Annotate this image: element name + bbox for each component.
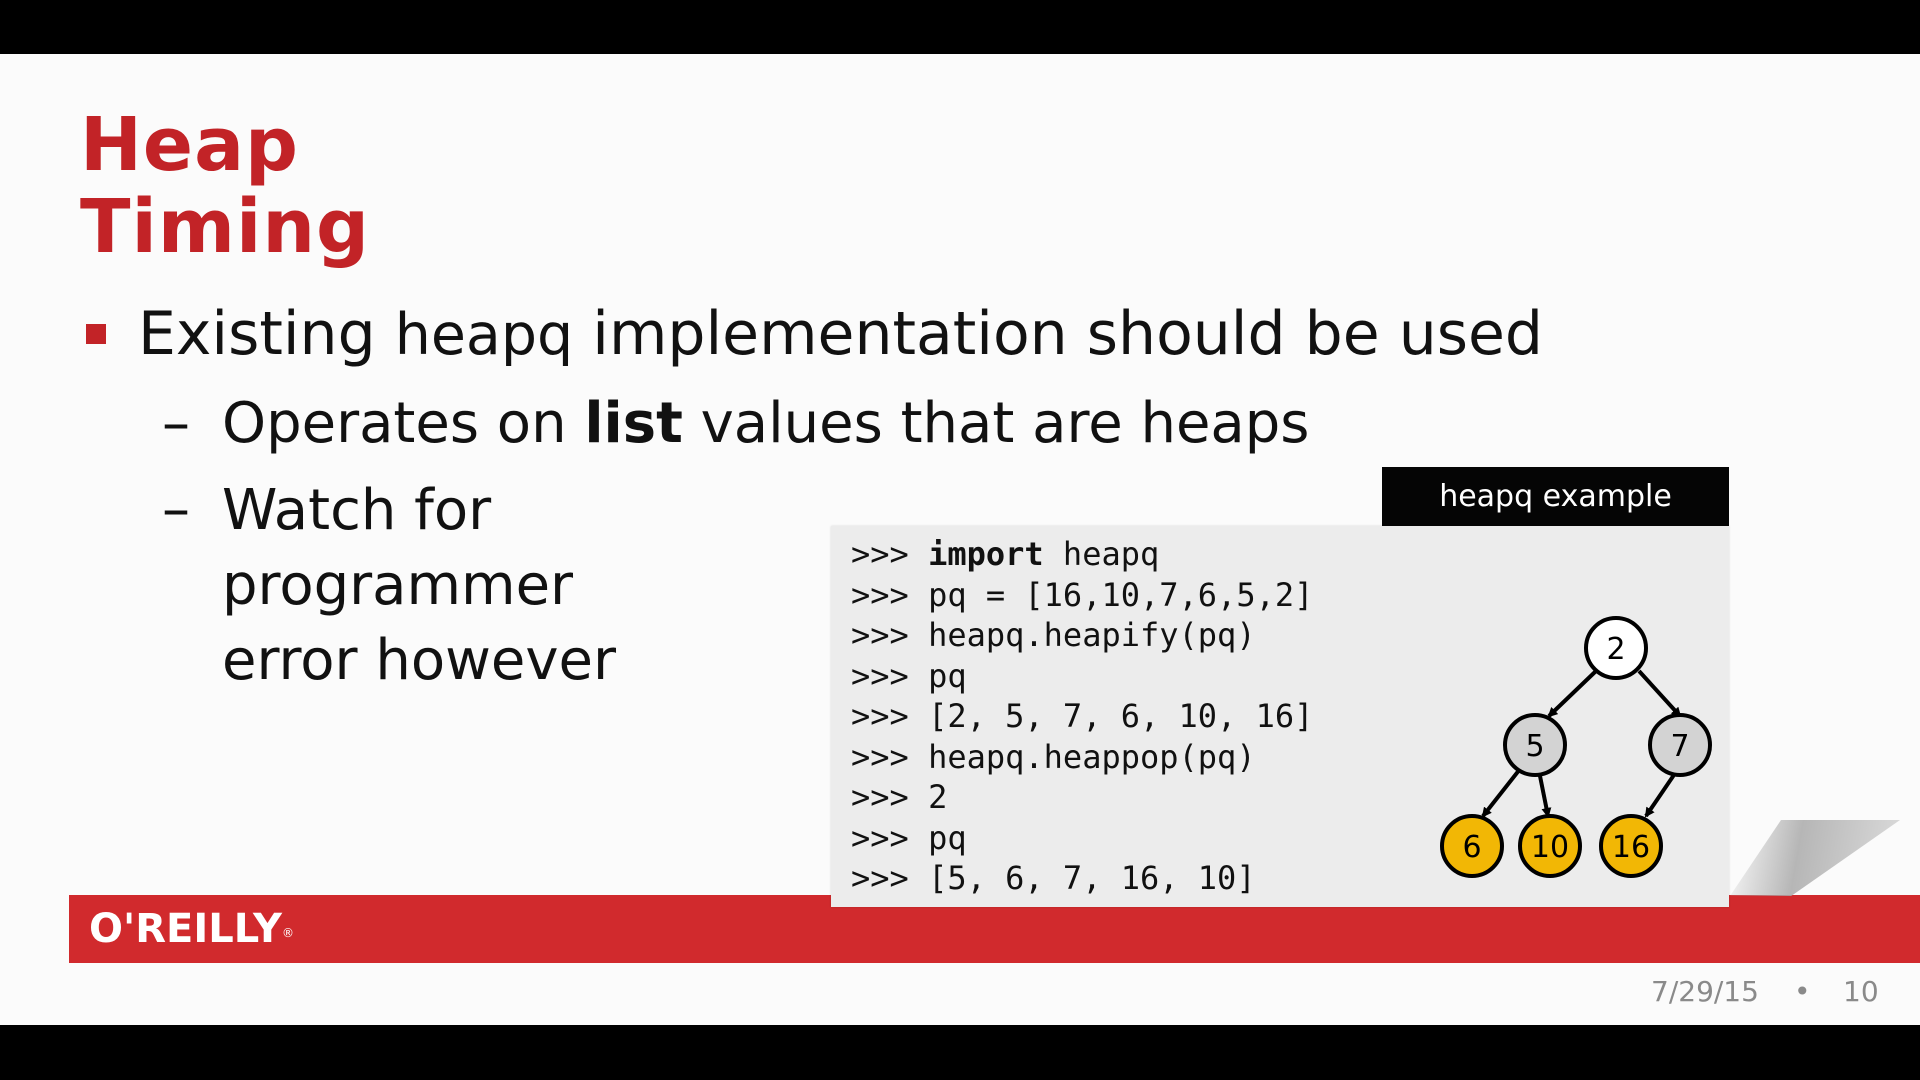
sub-bullet-dash-2: –	[162, 477, 190, 542]
tree-node-label: 7	[1670, 729, 1689, 764]
tree-node-label: 10	[1531, 830, 1569, 865]
sub-bullet-2-line-3: error however	[222, 628, 616, 693]
heapq-example-box: >>> import heapq >>> pq = [16,10,7,6,5,2]…	[831, 526, 1729, 907]
tree-edge	[1481, 767, 1522, 818]
sub-bullet-1: Operates on list values that are heaps	[222, 389, 1309, 459]
tree-node-root-label: 2	[1606, 632, 1625, 667]
sub-bullet-1-pre: Operates on	[222, 391, 585, 456]
sub-bullet-1-post: values that are heaps	[682, 391, 1310, 456]
code-box-shadow	[1730, 820, 1900, 896]
sub-bullet-1-bold: list	[584, 391, 683, 456]
bullet-marker	[86, 324, 106, 344]
sub-bullet-dash-1: –	[162, 391, 190, 456]
tree-edge	[1537, 770, 1552, 818]
tree-node-label: 5	[1525, 729, 1544, 764]
tree-node-label: 16	[1612, 830, 1650, 865]
oreilly-logo-text: O'REILLY	[89, 906, 282, 952]
oreilly-logo: O'REILLY®	[89, 905, 294, 953]
slide-title-line-2: Timing	[80, 184, 370, 270]
slide-title: Heap Timing	[80, 104, 370, 268]
tree-node-label: 6	[1462, 830, 1481, 865]
registered-mark: ®	[281, 926, 294, 940]
footer-separator: •	[1794, 975, 1811, 1008]
heap-tree-diagram: 2 5 7 6 10 16	[1440, 616, 1712, 878]
slide: Heap Timing Existing heapq implementatio…	[0, 54, 1920, 1025]
footer-page-number: 10	[1843, 975, 1879, 1008]
bullet-1: Existing heapq implementation should be …	[138, 296, 1543, 373]
bullet-1-code: heapq	[394, 302, 574, 368]
slide-title-line-1: Heap	[80, 102, 300, 188]
sub-bullet-2: Watch for programmer error however	[222, 473, 616, 698]
tree-edge	[1637, 669, 1682, 718]
sub-bullet-2-line-1: Watch for	[222, 478, 492, 543]
bullet-1-post: implementation should be used	[573, 299, 1543, 369]
tree-edge	[1547, 669, 1598, 718]
heapq-example-tab: heapq example	[1382, 467, 1729, 526]
bullet-1-pre: Existing	[138, 299, 395, 369]
sub-bullet-2-line-2: programmer	[222, 553, 574, 618]
footer-date: 7/29/15	[1651, 975, 1759, 1008]
